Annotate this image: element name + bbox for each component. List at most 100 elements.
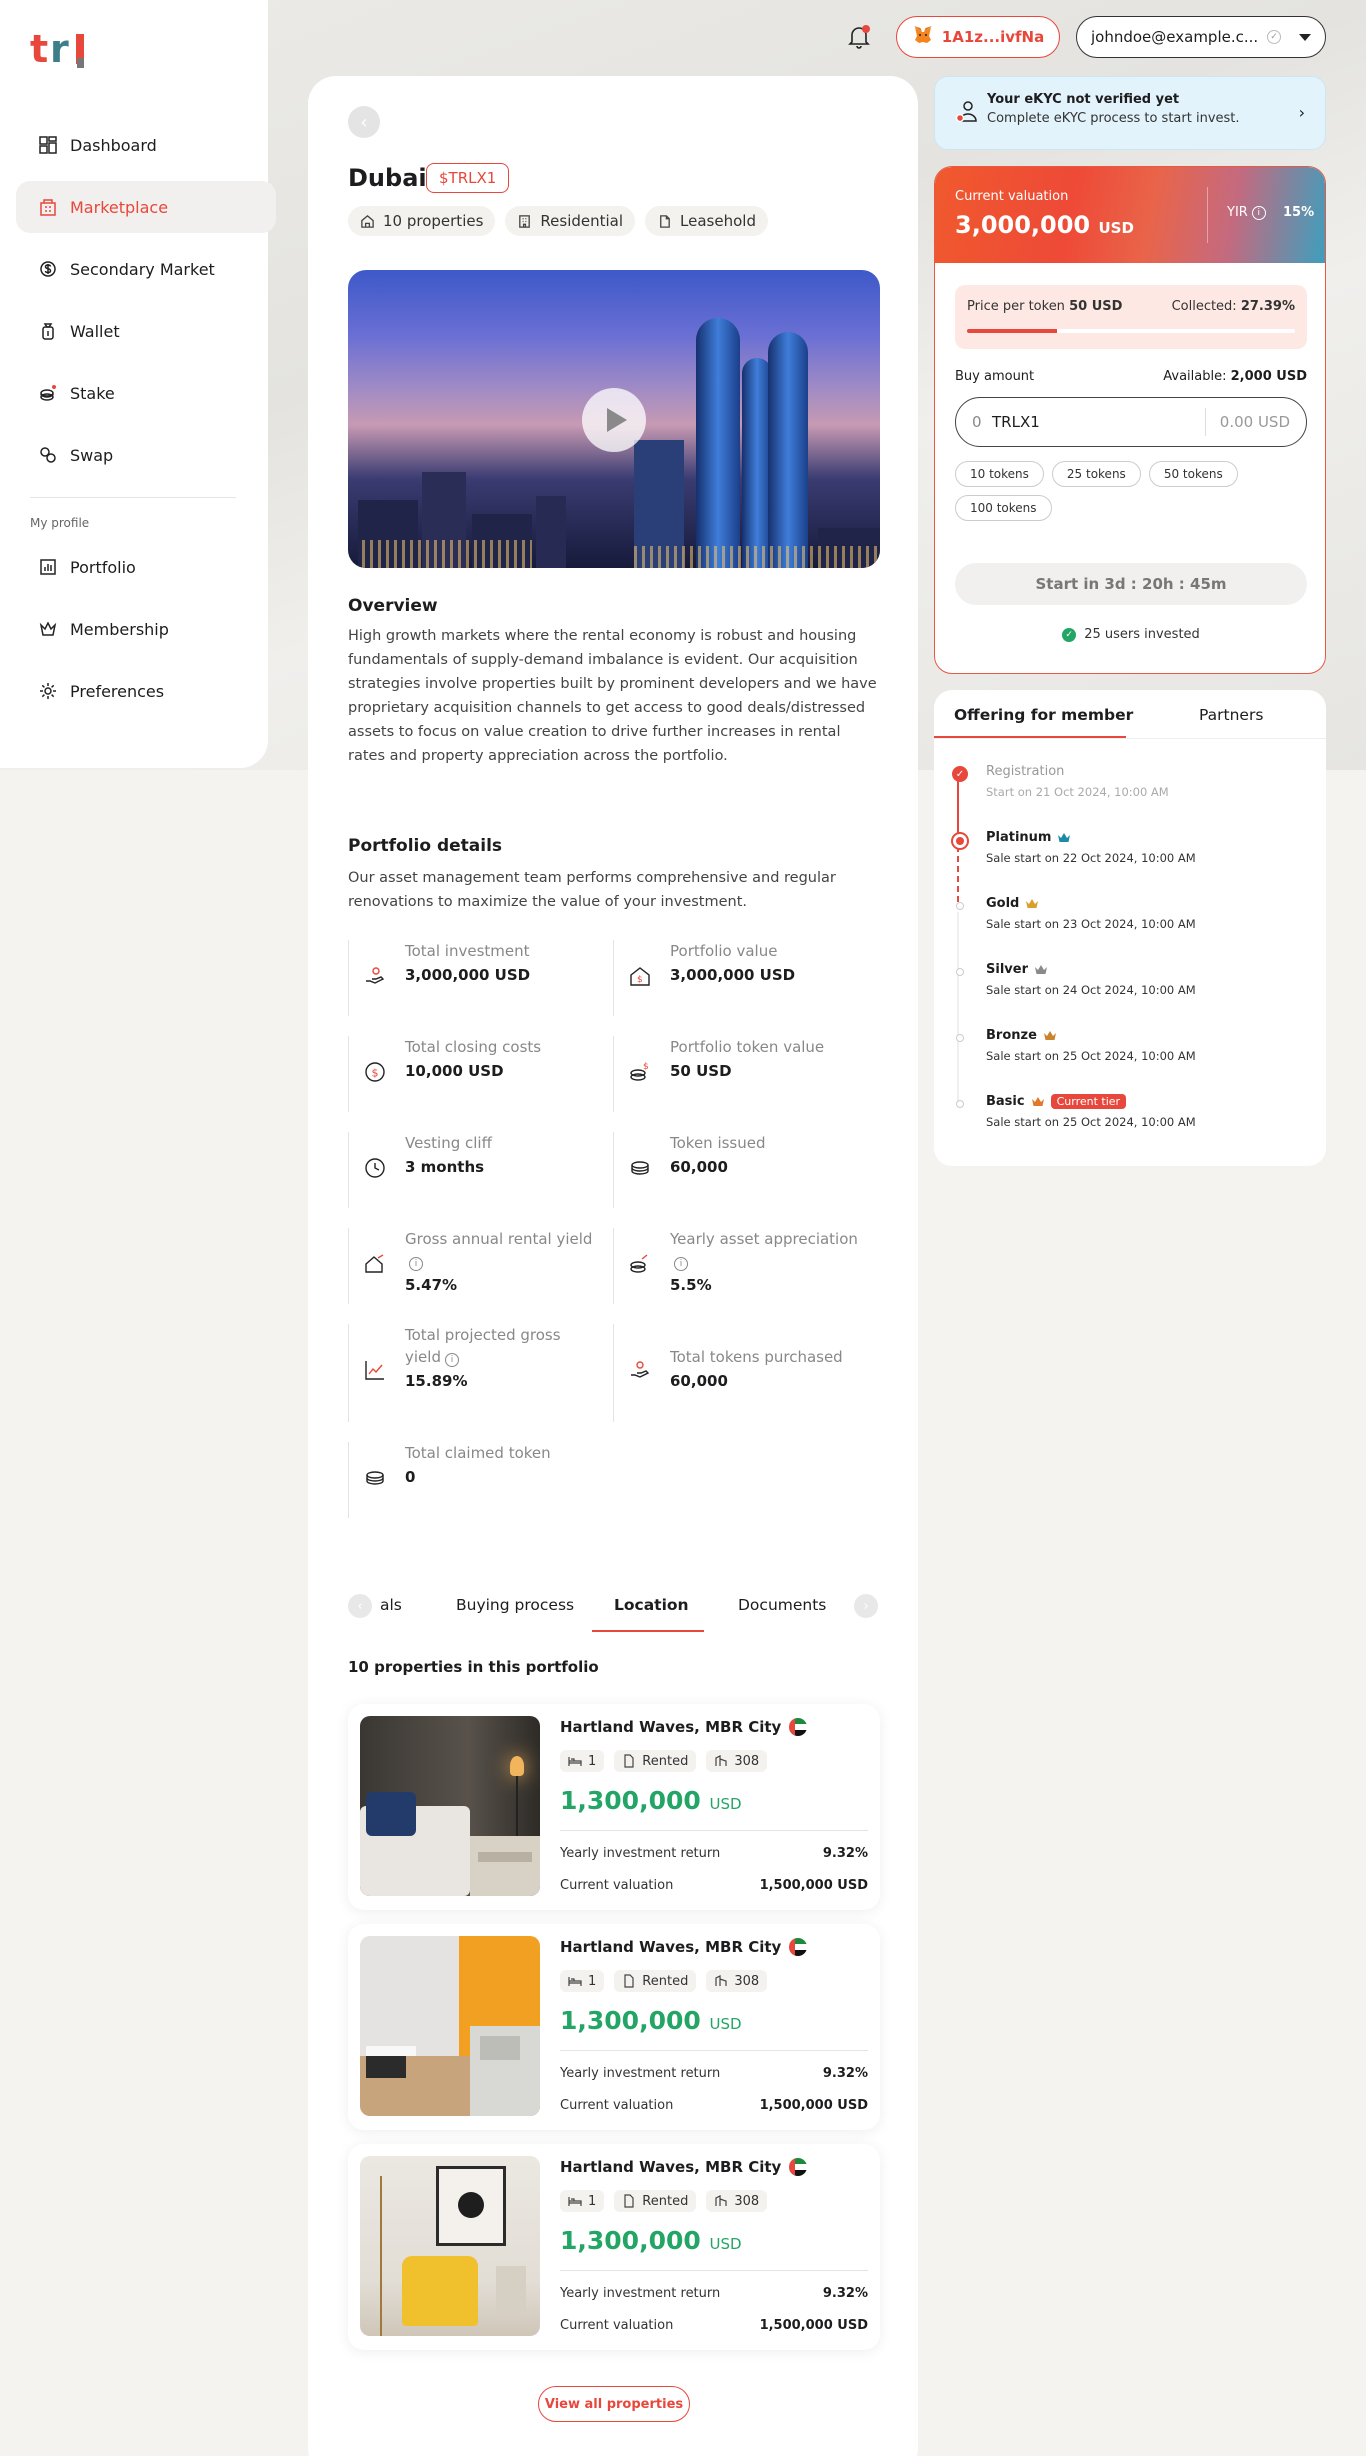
stake-icon bbox=[38, 383, 58, 403]
info-icon[interactable]: i bbox=[674, 1257, 688, 1271]
buy-amount-input[interactable]: 0 TRLX1 0.00 USD bbox=[955, 397, 1307, 447]
user-account-dropdown[interactable]: johndoe@example.c... ✓ bbox=[1076, 16, 1326, 58]
current-tier-badge: Current tier bbox=[1050, 1094, 1127, 1109]
dollar-circle-icon: $ bbox=[363, 1060, 387, 1084]
sidebar-item-wallet[interactable]: Wallet bbox=[16, 305, 252, 357]
wallet-address-button[interactable]: 1A1z...ivfNa bbox=[896, 16, 1060, 58]
chevron-left-icon: ‹ bbox=[360, 111, 368, 133]
banner-divider bbox=[1207, 187, 1208, 243]
page-title: Dubai bbox=[348, 164, 427, 192]
sidebar-item-membership[interactable]: Membership bbox=[16, 603, 252, 655]
buy-amount-label: Buy amount bbox=[955, 369, 1035, 384]
portfolio-details-text: Our asset management team performs compr… bbox=[348, 870, 836, 910]
rental-status: Rented bbox=[614, 1750, 697, 1772]
notification-dot bbox=[862, 25, 870, 33]
detail-gross-rental-yield: Gross annual rental yieldi 5.47% bbox=[348, 1228, 610, 1304]
valuation-value: 3,000,000 USD bbox=[955, 211, 1134, 239]
detail-vesting-cliff: Vesting cliff 3 months bbox=[348, 1132, 610, 1208]
area-icon bbox=[715, 2195, 727, 2206]
user-alert-icon bbox=[955, 99, 979, 125]
play-button[interactable] bbox=[582, 388, 646, 452]
area-icon bbox=[715, 1755, 727, 1766]
property-card[interactable]: Hartland Waves, MBR City 1 Rented 308 1,… bbox=[348, 1704, 880, 1910]
sidebar-item-label: Swap bbox=[70, 445, 114, 465]
token-quantity-input[interactable]: 0 bbox=[972, 413, 992, 431]
property-card[interactable]: Hartland Waves, MBR City 1 Rented 308 1,… bbox=[348, 1924, 880, 2130]
tab-location[interactable]: Location bbox=[614, 1596, 689, 1614]
sidebar-item-marketplace[interactable]: Marketplace bbox=[16, 181, 276, 233]
property-chips: 10 properties Residential Leasehold bbox=[348, 206, 768, 236]
preset-25-tokens[interactable]: 25 tokens bbox=[1051, 461, 1141, 487]
collected-value: 27.39% bbox=[1240, 299, 1295, 314]
timeline-dot-done: ✓ bbox=[952, 766, 968, 782]
sidebar-item-swap[interactable]: Swap bbox=[16, 429, 252, 481]
card-divider bbox=[560, 2270, 868, 2271]
coins-icon: $ bbox=[628, 1060, 652, 1084]
yearly-return-row: Yearly investment return 9.32% bbox=[560, 2066, 868, 2081]
chevron-left-icon: ‹ bbox=[357, 1598, 363, 1614]
detail-projected-gross-yield: Total projected gross yield i 15.89% bbox=[348, 1324, 610, 1422]
property-name: Hartland Waves, MBR City bbox=[560, 1718, 808, 1736]
yearly-return-row: Yearly investment return 9.32% bbox=[560, 1846, 868, 1861]
crown-icon bbox=[1058, 832, 1071, 842]
line-chart-icon bbox=[363, 1358, 387, 1382]
user-email: johndoe@example.c... bbox=[1091, 28, 1259, 46]
tabs-scroll-left-button[interactable]: ‹ bbox=[348, 1594, 372, 1618]
view-all-properties-button[interactable]: View all properties bbox=[538, 2386, 690, 2422]
info-icon[interactable]: i bbox=[1251, 205, 1266, 220]
sidebar-item-dashboard[interactable]: Dashboard bbox=[16, 119, 252, 171]
house-icon bbox=[361, 214, 374, 228]
detail-total-closing-costs: $ Total closing costs 10,000 USD bbox=[348, 1036, 610, 1112]
rental-status: Rented bbox=[614, 1970, 697, 1992]
yir-value: 15% bbox=[1283, 205, 1315, 220]
property-video-thumbnail[interactable] bbox=[348, 270, 880, 568]
sidebar-item-preferences[interactable]: Preferences bbox=[16, 665, 252, 717]
properties-heading: 10 properties in this portfolio bbox=[348, 1658, 599, 1676]
brand-logo[interactable]: t r bbox=[30, 27, 92, 71]
sidebar-divider bbox=[30, 497, 236, 498]
sidebar-item-portfolio[interactable]: Portfolio bbox=[16, 541, 252, 593]
valuation-label: Current valuation bbox=[955, 189, 1069, 204]
info-icon[interactable]: i bbox=[409, 1257, 423, 1271]
preset-100-tokens[interactable]: 100 tokens bbox=[955, 495, 1052, 521]
sidebar-item-secondary-market[interactable]: Secondary Market bbox=[16, 243, 252, 295]
dashboard-icon bbox=[38, 135, 58, 155]
collected-label: Collected: bbox=[1171, 299, 1237, 314]
collected-progress-fill bbox=[967, 329, 1057, 333]
info-icon[interactable]: i bbox=[444, 1353, 459, 1367]
tab-details[interactable]: als bbox=[380, 1596, 402, 1614]
tab-documents[interactable]: Documents bbox=[738, 1596, 826, 1614]
tier-basic: Basic Current tier Sale start on 25 Oct 2… bbox=[986, 1094, 1196, 1129]
active-tab-indicator bbox=[934, 736, 1126, 738]
overview-text: High growth markets where the rental eco… bbox=[348, 628, 877, 764]
tab-offering-for-member[interactable]: Offering for member bbox=[954, 706, 1133, 724]
tab-buying-process[interactable]: Buying process bbox=[456, 1596, 574, 1614]
document-icon bbox=[624, 1974, 634, 1988]
preset-10-tokens[interactable]: 10 tokens bbox=[955, 461, 1044, 487]
tabs-scroll-right-button[interactable]: › bbox=[854, 1594, 878, 1618]
usd-amount-field[interactable]: 0.00 USD bbox=[1220, 413, 1290, 431]
bedrooms: 1 bbox=[560, 1750, 605, 1772]
detail-yearly-appreciation: Yearly asset appreciationi 5.5% bbox=[613, 1228, 875, 1304]
chevron-right-icon: › bbox=[863, 1598, 869, 1614]
crown-icon bbox=[1026, 898, 1039, 908]
detail-portfolio-value: $ Portfolio value 3,000,000 USD bbox=[613, 940, 875, 1016]
portfolio-icon bbox=[38, 557, 58, 577]
bedrooms: 1 bbox=[560, 2190, 605, 2212]
back-button[interactable]: ‹ bbox=[348, 106, 380, 138]
input-divider bbox=[1204, 408, 1206, 436]
area: 308 bbox=[706, 2190, 768, 2212]
document-icon bbox=[624, 2194, 634, 2208]
crown-icon bbox=[1043, 1030, 1056, 1040]
timeline-dot-future bbox=[956, 902, 964, 910]
tab-partners[interactable]: Partners bbox=[1199, 706, 1263, 724]
property-card[interactable]: Hartland Waves, MBR City 1 Rented 308 1,… bbox=[348, 2144, 880, 2350]
sidebar-section-label: My profile bbox=[30, 516, 90, 530]
sidebar-item-stake[interactable]: Stake bbox=[16, 367, 252, 419]
metamask-fox-icon bbox=[912, 25, 934, 49]
sidebar-item-label: Membership bbox=[70, 619, 169, 639]
preset-50-tokens[interactable]: 50 tokens bbox=[1148, 461, 1238, 487]
start-countdown-button[interactable]: Start in 3d : 20h : 45m bbox=[955, 563, 1307, 605]
ekyc-banner[interactable]: Your eKYC not verified yet Complete eKYC… bbox=[934, 76, 1326, 150]
offering-panel: Offering for member Partners ✓ Registrat… bbox=[934, 690, 1326, 1166]
